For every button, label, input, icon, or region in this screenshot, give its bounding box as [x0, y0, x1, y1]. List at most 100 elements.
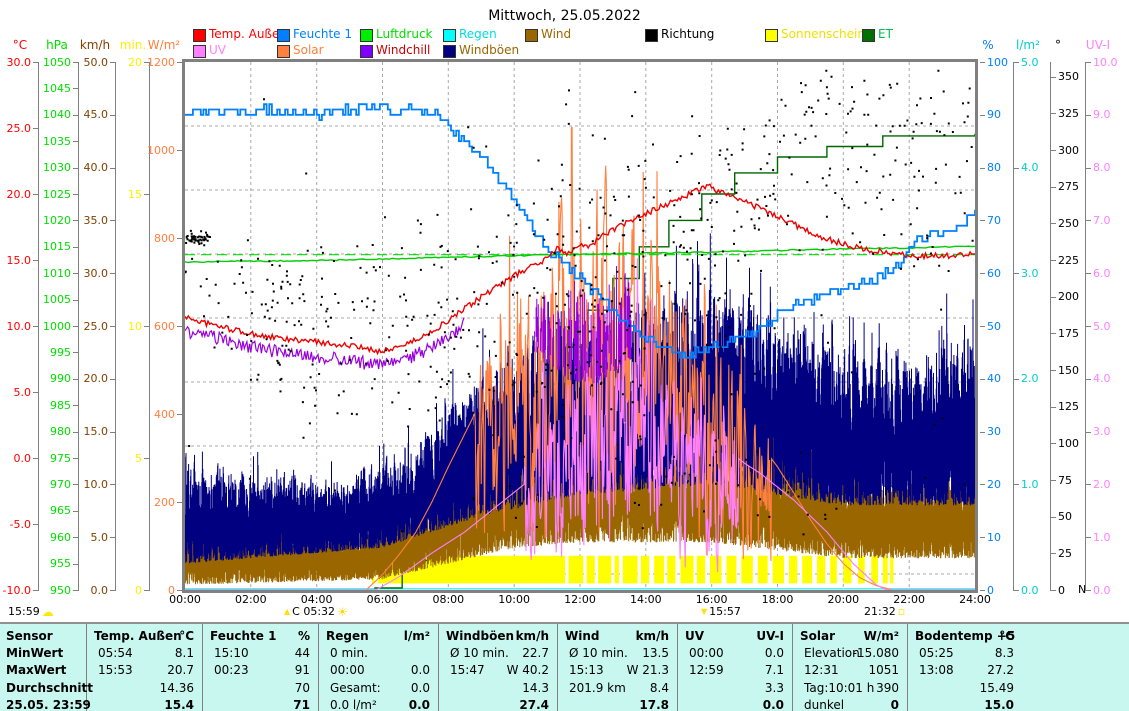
- time-marker: ▲C 05:32☀: [284, 604, 348, 619]
- axis-tick: [1086, 273, 1091, 274]
- table-cell-value: 91: [230, 662, 310, 678]
- table-column-divider: [318, 624, 319, 711]
- legend-label: Solar: [293, 43, 324, 57]
- table-cell-value: 8.1: [114, 645, 194, 661]
- table-cell-value: 0.0: [704, 697, 784, 711]
- axis-tick: [980, 273, 985, 274]
- axis-tick-label: 50: [987, 320, 1037, 333]
- axis-tick-label: 350: [1058, 70, 1108, 83]
- time-marker-label: 15:59: [8, 605, 40, 618]
- table-cell-value: 70: [230, 680, 310, 696]
- axis-tick-label: 35.0: [58, 214, 108, 227]
- table-cell-value: 8.3: [934, 645, 1014, 661]
- table-cell-value: 0.0: [350, 697, 430, 711]
- axis-tick-label: 1025: [21, 188, 71, 201]
- axis-tick: [1014, 379, 1019, 380]
- axis-tick: [980, 115, 985, 116]
- axis-tick: [110, 168, 115, 169]
- sun-cloud-icon: ☁: [42, 605, 54, 619]
- axis-tick: [73, 405, 78, 406]
- axis-tick: [1051, 370, 1056, 371]
- legend-label: Richtung: [661, 27, 714, 41]
- axis-tick: [110, 432, 115, 433]
- table-header-unit: UV-I: [704, 628, 784, 644]
- table-cell-value: 14.3: [469, 680, 549, 696]
- axis-tick-label: 995: [21, 346, 71, 359]
- axis-tick: [980, 590, 985, 591]
- table-cell-value: 27.4: [469, 697, 549, 711]
- axis-tick: [33, 260, 38, 261]
- table-cell-value: 390: [819, 680, 899, 696]
- table-row-label: MaxWert: [6, 662, 82, 678]
- table-cell-value: 8.4: [589, 680, 669, 696]
- axis-tick-label: 1045: [21, 82, 71, 95]
- axis-tick: [1051, 260, 1056, 261]
- table-cell-value: 15.49: [934, 680, 1014, 696]
- axis-tick-label: 40.0: [58, 161, 108, 174]
- x-axis-label: 20:00: [819, 593, 867, 606]
- axis-tick-label: 1035: [21, 135, 71, 148]
- table-column-divider: [792, 624, 793, 711]
- axis-tick: [110, 115, 115, 116]
- axis-tick-label: 1005: [21, 293, 71, 306]
- axis-tick: [1086, 432, 1091, 433]
- x-axis-label: 24:00: [951, 593, 999, 606]
- axis-tick: [1051, 77, 1056, 78]
- axis-tick: [1051, 407, 1056, 408]
- table-header-unit: %: [230, 628, 310, 644]
- table-cell-value: 44: [230, 645, 310, 661]
- legend-swatch-icon: [360, 29, 373, 42]
- axis-tick: [1086, 62, 1091, 63]
- axis-tick-label: 25: [1058, 547, 1108, 560]
- legend-label: ET: [878, 27, 893, 41]
- axis-unit-label: UV-I: [1073, 38, 1123, 52]
- legend-label: Temp. Außen: [209, 27, 287, 41]
- axis-tick: [1051, 333, 1056, 334]
- axis-tick-label: 200: [1058, 290, 1108, 303]
- axis-line: [1013, 62, 1014, 591]
- table-cell-value: 17.8: [589, 697, 669, 711]
- axis-tick: [33, 524, 38, 525]
- axis-tick: [980, 484, 985, 485]
- table-header-unit: l/m²: [350, 628, 430, 644]
- legend-label: Wind: [541, 27, 571, 41]
- axis-tick-label: 275: [1058, 180, 1108, 193]
- axis-tick-label: 125: [1058, 400, 1108, 413]
- table-cell-value: 71: [230, 697, 310, 711]
- table-header-sensor: Sensor: [6, 628, 82, 644]
- legend-swatch-icon: [443, 45, 456, 58]
- axis-tick: [110, 273, 115, 274]
- legend-label: UV: [209, 43, 226, 57]
- axis-tick: [1014, 590, 1019, 591]
- axis-tick: [1051, 150, 1056, 151]
- axis-tick-label: 955: [21, 557, 71, 570]
- axis-tick: [980, 432, 985, 433]
- table-cell-value: 0: [819, 697, 899, 711]
- axis-tick-label: -5.0: [0, 518, 31, 531]
- axis-tick-label: 20.0: [58, 372, 108, 385]
- axis-tick: [1051, 113, 1056, 114]
- axis-tick: [1051, 517, 1056, 518]
- sun-icon: ☀: [337, 605, 348, 619]
- axis-tick: [1051, 187, 1056, 188]
- axis-tick-label: 10.0: [1093, 56, 1129, 69]
- table-column-divider: [907, 624, 908, 711]
- axis-tick-label: 15.0: [0, 254, 31, 267]
- axis-tick-label: 600: [125, 320, 175, 333]
- axis-tick: [110, 484, 115, 485]
- axis-tick: [73, 458, 78, 459]
- axis-tick: [1086, 220, 1091, 221]
- table-column-divider: [677, 624, 678, 711]
- chart-title: Mittwoch, 25.05.2022: [0, 8, 1129, 24]
- axis-tick-label: 985: [21, 399, 71, 412]
- axis-tick: [33, 392, 38, 393]
- axis-tick-label: 4.0: [1093, 372, 1129, 385]
- table-row-label: 25.05. 23:59: [6, 697, 82, 711]
- axis-tick: [1051, 443, 1056, 444]
- axis-tick-label: 1015: [21, 240, 71, 253]
- axis-tick: [1051, 590, 1056, 591]
- legend-swatch-icon: [277, 45, 290, 58]
- axis-tick: [73, 88, 78, 89]
- table-cell-value: 3.3: [704, 680, 784, 696]
- x-axis-label: 02:00: [227, 593, 275, 606]
